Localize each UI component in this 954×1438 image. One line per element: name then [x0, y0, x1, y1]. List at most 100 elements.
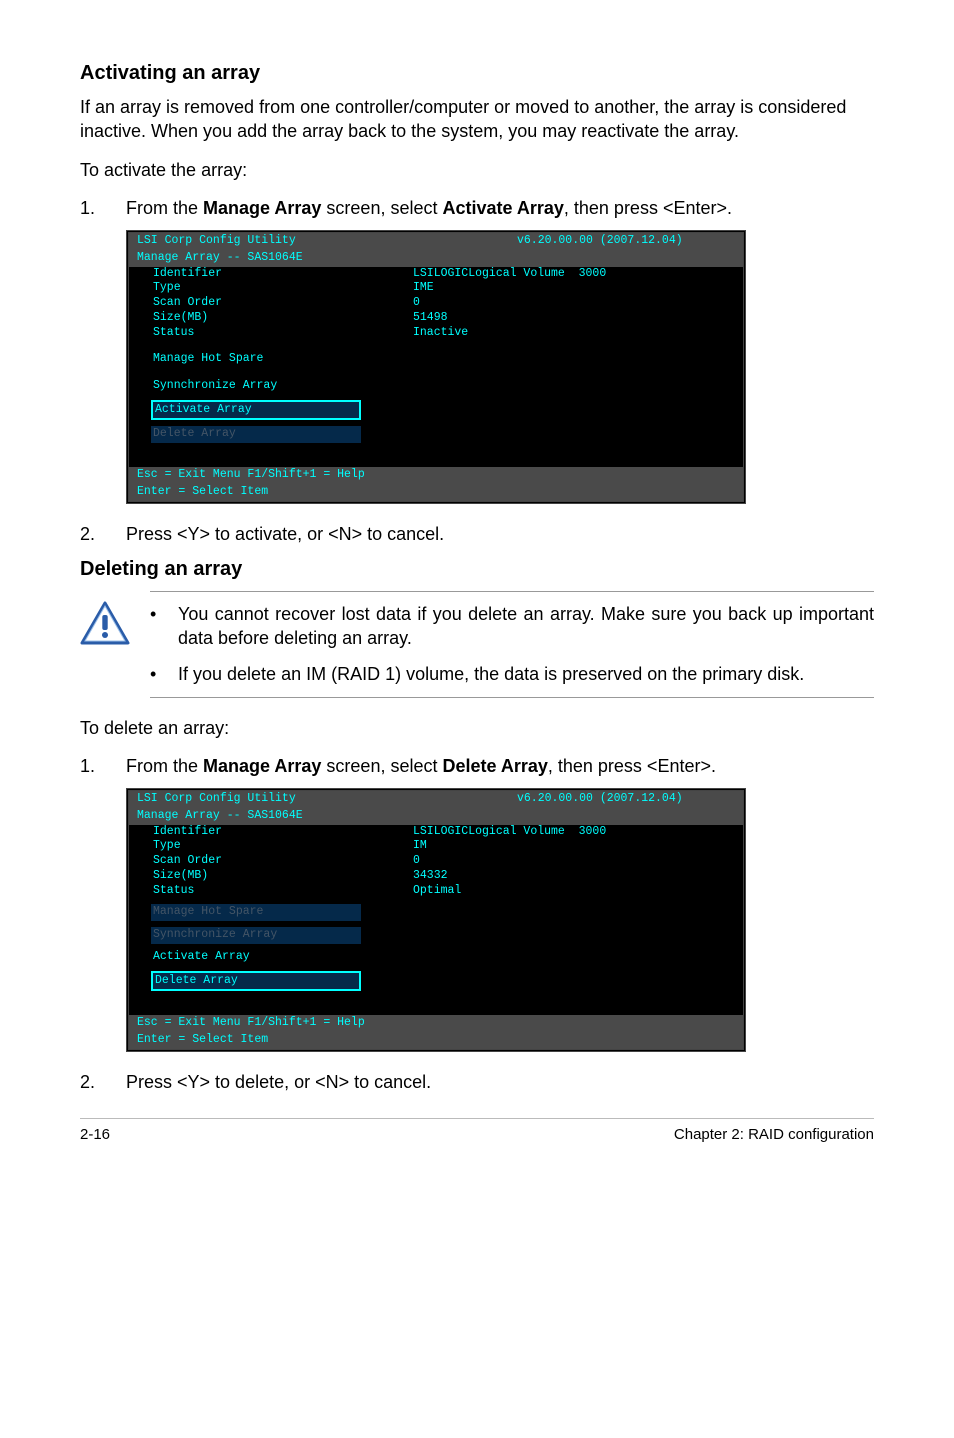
bullet-icon: •: [150, 662, 160, 686]
value: Optimal: [413, 884, 735, 899]
lead-activating: To activate the array:: [80, 158, 874, 182]
menu-manage-hot-spare[interactable]: Manage Hot Spare: [129, 352, 743, 367]
label: Manage Hot Spare: [151, 904, 361, 921]
chapter-title: Chapter 2: RAID configuration: [674, 1125, 874, 1145]
menu-delete-array-selected[interactable]: Delete Array: [129, 971, 743, 992]
label: Status: [153, 884, 413, 899]
step-1-delete: 1. From the Manage Array screen, select …: [80, 754, 874, 778]
hdr-sub: Manage Array -- SAS1064E: [137, 809, 303, 824]
menu-synchronize-array[interactable]: Synnchronize Array: [129, 379, 743, 394]
hdr-left: LSI Corp Config Utility: [137, 234, 397, 249]
step-text: From the Manage Array screen, select Del…: [126, 754, 874, 778]
label: Identifier: [153, 267, 413, 282]
value: Inactive: [413, 326, 735, 341]
label: Size(MB): [153, 311, 413, 326]
label: Synnchronize Array: [151, 927, 361, 944]
hdr-sub: Manage Array -- SAS1064E: [137, 251, 303, 266]
footer-text: Enter = Select Item: [137, 485, 268, 500]
step-number: 2.: [80, 1070, 98, 1094]
footer-text: Enter = Select Item: [137, 1033, 268, 1048]
terminal-footer-2: Enter = Select Item: [129, 1032, 743, 1049]
menu-synchronize-array-disabled: Synnchronize Array: [129, 927, 743, 944]
txt: , then press <Enter>.: [564, 198, 732, 218]
txt: screen, select: [321, 756, 442, 776]
warning-text: If you delete an IM (RAID 1) volume, the…: [178, 662, 804, 686]
version: v6.20.00.00 (2007.12.04): [517, 792, 683, 805]
field-size: Size(MB)51498: [129, 311, 743, 326]
step-number: 1.: [80, 754, 98, 778]
heading-deleting-array: Deleting an array: [80, 556, 874, 583]
bold-activate-array: Activate Array: [442, 198, 563, 218]
value: 0: [413, 296, 735, 311]
label: Synnchronize Array: [153, 379, 277, 394]
terminal-footer-1: Esc = Exit Menu F1/Shift+1 = Help: [129, 1015, 743, 1032]
step-text: From the Manage Array screen, select Act…: [126, 196, 874, 220]
value: 0: [413, 854, 735, 869]
hdr-right: v6.20.00.00 (2007.12.04): [397, 792, 735, 807]
menu-manage-hot-spare-disabled: Manage Hot Spare: [129, 904, 743, 921]
terminal-footer-1: Esc = Exit Menu F1/Shift+1 = Help: [129, 467, 743, 484]
version: v6.20.00.00 (2007.12.04): [517, 234, 683, 247]
warning-text: You cannot recover lost data if you dele…: [178, 602, 874, 651]
menu-delete-array-disabled: Delete Array: [129, 426, 743, 443]
field-status: StatusOptimal: [129, 884, 743, 899]
label: Type: [153, 839, 413, 854]
terminal-subheader: Manage Array -- SAS1064E: [129, 250, 743, 267]
field-scan-order: Scan Order0: [129, 296, 743, 311]
label: Delete Array: [151, 426, 361, 443]
terminal-delete-array: LSI Corp Config Utility v6.20.00.00 (200…: [126, 788, 746, 1051]
step-2-activate: 2. Press <Y> to activate, or <N> to canc…: [80, 522, 874, 546]
warning-callout: • You cannot recover lost data if you de…: [80, 591, 874, 698]
hdr-right: v6.20.00.00 (2007.12.04): [397, 234, 735, 249]
terminal-footer-2: Enter = Select Item: [129, 484, 743, 501]
terminal-subheader: Manage Array -- SAS1064E: [129, 808, 743, 825]
field-status: StatusInactive: [129, 326, 743, 341]
page-footer: 2-16 Chapter 2: RAID configuration: [80, 1118, 874, 1145]
label: Manage Hot Spare: [153, 352, 263, 367]
value: IME: [413, 281, 735, 296]
txt: , then press <Enter>.: [548, 756, 716, 776]
menu-activate-array-selected[interactable]: Activate Array: [129, 400, 743, 421]
txt: From the: [126, 756, 203, 776]
footer-text: Esc = Exit Menu F1/Shift+1 = Help: [137, 1016, 365, 1031]
step-text: Press <Y> to delete, or <N> to cancel.: [126, 1070, 874, 1094]
field-type: TypeIME: [129, 281, 743, 296]
field-size: Size(MB)34332: [129, 869, 743, 884]
heading-activating-array: Activating an array: [80, 60, 874, 87]
warning-icon: [80, 601, 130, 647]
step-number: 2.: [80, 522, 98, 546]
label: Scan Order: [153, 296, 413, 311]
page-number: 2-16: [80, 1125, 110, 1145]
label: Delete Array: [151, 971, 361, 992]
terminal-activate-array: LSI Corp Config Utility v6.20.00.00 (200…: [126, 230, 746, 503]
menu-activate-array[interactable]: Activate Array: [129, 950, 743, 965]
value: LSILOGICLogical Volume 3000: [413, 267, 735, 282]
bold-manage-array: Manage Array: [203, 756, 321, 776]
txt: screen, select: [321, 198, 442, 218]
label: Activate Array: [153, 950, 250, 965]
terminal-header: LSI Corp Config Utility v6.20.00.00 (200…: [129, 233, 743, 250]
intro-activating: If an array is removed from one controll…: [80, 95, 874, 144]
terminal-header: LSI Corp Config Utility v6.20.00.00 (200…: [129, 791, 743, 808]
field-identifier: IdentifierLSILOGICLogical Volume 3000: [129, 267, 743, 282]
field-scan-order: Scan Order0: [129, 854, 743, 869]
label: Status: [153, 326, 413, 341]
step-1-activate: 1. From the Manage Array screen, select …: [80, 196, 874, 220]
label: Type: [153, 281, 413, 296]
field-type: TypeIM: [129, 839, 743, 854]
value: 34332: [413, 869, 735, 884]
step-number: 1.: [80, 196, 98, 220]
label: Activate Array: [151, 400, 361, 421]
txt: From the: [126, 198, 203, 218]
value: LSILOGICLogical Volume 3000: [413, 825, 735, 840]
lead-deleting: To delete an array:: [80, 716, 874, 740]
bullet-icon: •: [150, 602, 160, 651]
value: IM: [413, 839, 735, 854]
label: Size(MB): [153, 869, 413, 884]
value: 51498: [413, 311, 735, 326]
field-identifier: IdentifierLSILOGICLogical Volume 3000: [129, 825, 743, 840]
bold-delete-array: Delete Array: [442, 756, 547, 776]
bold-manage-array: Manage Array: [203, 198, 321, 218]
hdr-left: LSI Corp Config Utility: [137, 792, 397, 807]
label: Scan Order: [153, 854, 413, 869]
